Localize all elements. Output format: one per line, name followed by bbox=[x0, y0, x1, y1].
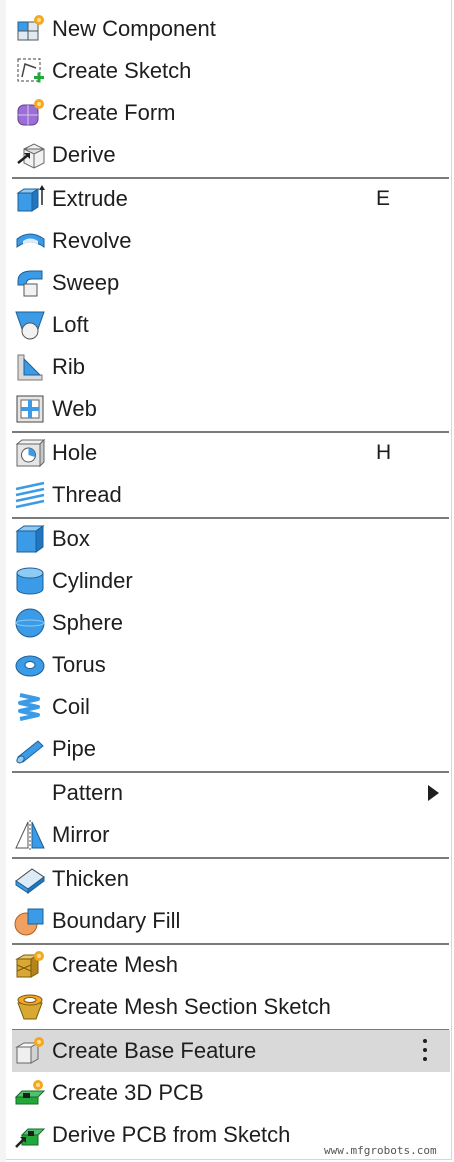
menu-item-label: New Component bbox=[52, 16, 216, 41]
menu-item-label: Mirror bbox=[52, 822, 110, 847]
menu-item-label: Derive PCB from Sketch bbox=[52, 1122, 291, 1147]
menu-item-label: Create 3D PCB bbox=[52, 1080, 204, 1105]
menu-item-web[interactable]: Web bbox=[12, 388, 450, 430]
menu-item-sweep[interactable]: Sweep bbox=[12, 262, 450, 304]
menu-item-label: Pattern bbox=[52, 780, 123, 805]
revolve-icon bbox=[14, 225, 46, 257]
menu-item-thicken[interactable]: Thicken bbox=[12, 858, 450, 900]
menu-item-label: Create Mesh bbox=[52, 952, 178, 977]
create-mesh-icon bbox=[14, 949, 46, 981]
thread-icon bbox=[14, 479, 46, 511]
pipe-icon bbox=[14, 733, 46, 765]
menu-item-label: Derive bbox=[52, 142, 116, 167]
menu-item-box[interactable]: Box bbox=[12, 518, 450, 560]
menu-item-label: Pipe bbox=[52, 736, 97, 761]
menu-item-label: Coil bbox=[52, 694, 90, 719]
menu-item-mirror[interactable]: Mirror bbox=[12, 814, 450, 856]
menu-item-pipe[interactable]: Pipe bbox=[12, 728, 450, 770]
menu-item-thread[interactable]: Thread bbox=[12, 474, 450, 516]
menu-item-derive[interactable]: Derive bbox=[12, 134, 450, 176]
create-dropdown-menu: New Component Create Sketch Create Form … bbox=[6, 0, 452, 1160]
menu-item-revolve[interactable]: Revolve bbox=[12, 220, 450, 262]
menu-item-torus[interactable]: Torus bbox=[12, 644, 450, 686]
menu-item-label: Sphere bbox=[52, 610, 123, 635]
menu-item-label: Create Base Feature bbox=[52, 1038, 257, 1063]
create-sketch-icon bbox=[14, 55, 46, 87]
mirror-icon bbox=[14, 819, 46, 851]
thicken-icon bbox=[14, 863, 46, 895]
keyboard-shortcut: H bbox=[376, 441, 392, 464]
menu-item-create-mesh[interactable]: Create Mesh bbox=[12, 944, 450, 986]
boundary-fill-icon bbox=[14, 905, 46, 937]
extrude-icon bbox=[14, 183, 46, 215]
menu-item-label: Rib bbox=[52, 354, 86, 379]
submenu-arrow-icon bbox=[428, 785, 439, 801]
menu-item-boundary-fill[interactable]: Boundary Fill bbox=[12, 900, 450, 942]
menu-item-label: Revolve bbox=[52, 228, 132, 253]
menu-item-create-sketch[interactable]: Create Sketch bbox=[12, 50, 450, 92]
box-icon bbox=[14, 523, 46, 555]
menu-item-label: Torus bbox=[52, 652, 106, 677]
menu-item-loft[interactable]: Loft bbox=[12, 304, 450, 346]
rib-icon bbox=[14, 351, 46, 383]
sweep-icon bbox=[14, 267, 46, 299]
menu-item-label: Create Form bbox=[52, 100, 176, 125]
menu-item-label: Boundary Fill bbox=[52, 908, 181, 933]
derive-icon bbox=[14, 139, 46, 171]
menu-item-rib[interactable]: Rib bbox=[12, 346, 450, 388]
menu-item-label: Thread bbox=[52, 482, 122, 507]
menu-item-label: Thicken bbox=[52, 866, 130, 891]
menu-item-sphere[interactable]: Sphere bbox=[12, 602, 450, 644]
menu-item-label: Create Sketch bbox=[52, 58, 192, 83]
menu-item-label: Cylinder bbox=[52, 568, 133, 593]
menu-item-create-3d-pcb[interactable]: Create 3D PCB bbox=[12, 1072, 450, 1114]
menu-item-cylinder[interactable]: Cylinder bbox=[12, 560, 450, 602]
watermark: www.mfgrobots.com bbox=[324, 1144, 437, 1157]
menu-item-hole[interactable]: Hole H bbox=[12, 432, 450, 474]
menu-item-label: Box bbox=[52, 526, 90, 551]
menu-item-label: Hole bbox=[52, 440, 98, 465]
derive-pcb-from-sketch-icon bbox=[14, 1119, 46, 1151]
menu-item-label: Sweep bbox=[52, 270, 120, 295]
cylinder-icon bbox=[14, 565, 46, 597]
loft-icon bbox=[14, 309, 46, 341]
create-form-icon bbox=[14, 97, 46, 129]
sphere-icon bbox=[14, 607, 46, 639]
menu-item-create-base-feature[interactable]: Create Base Feature bbox=[12, 1030, 450, 1072]
menu-item-label: Create Mesh Section Sketch bbox=[52, 994, 331, 1019]
keyboard-shortcut: E bbox=[376, 187, 391, 210]
menu-item-coil[interactable]: Coil bbox=[12, 686, 450, 728]
create-mesh-section-sketch-icon bbox=[14, 991, 46, 1023]
menu-item-create-form[interactable]: Create Form bbox=[12, 92, 450, 134]
more-options-icon[interactable] bbox=[422, 1039, 428, 1065]
create-3d-pcb-icon bbox=[14, 1077, 46, 1109]
menu-item-extrude[interactable]: Extrude E bbox=[12, 178, 450, 220]
menu-item-new-component[interactable]: New Component bbox=[12, 8, 450, 50]
hole-icon bbox=[14, 437, 46, 469]
menu-item-label: Web bbox=[52, 396, 97, 421]
new-component-icon bbox=[14, 13, 46, 45]
menu-item-create-mesh-section-sketch[interactable]: Create Mesh Section Sketch bbox=[12, 986, 450, 1028]
web-icon bbox=[14, 393, 46, 425]
coil-icon bbox=[14, 691, 46, 723]
torus-icon bbox=[14, 649, 46, 681]
menu-item-label: Extrude bbox=[52, 186, 128, 211]
create-base-feature-icon bbox=[14, 1035, 46, 1067]
menu-item-pattern[interactable]: Pattern bbox=[12, 772, 450, 814]
menu-item-label: Loft bbox=[52, 312, 89, 337]
